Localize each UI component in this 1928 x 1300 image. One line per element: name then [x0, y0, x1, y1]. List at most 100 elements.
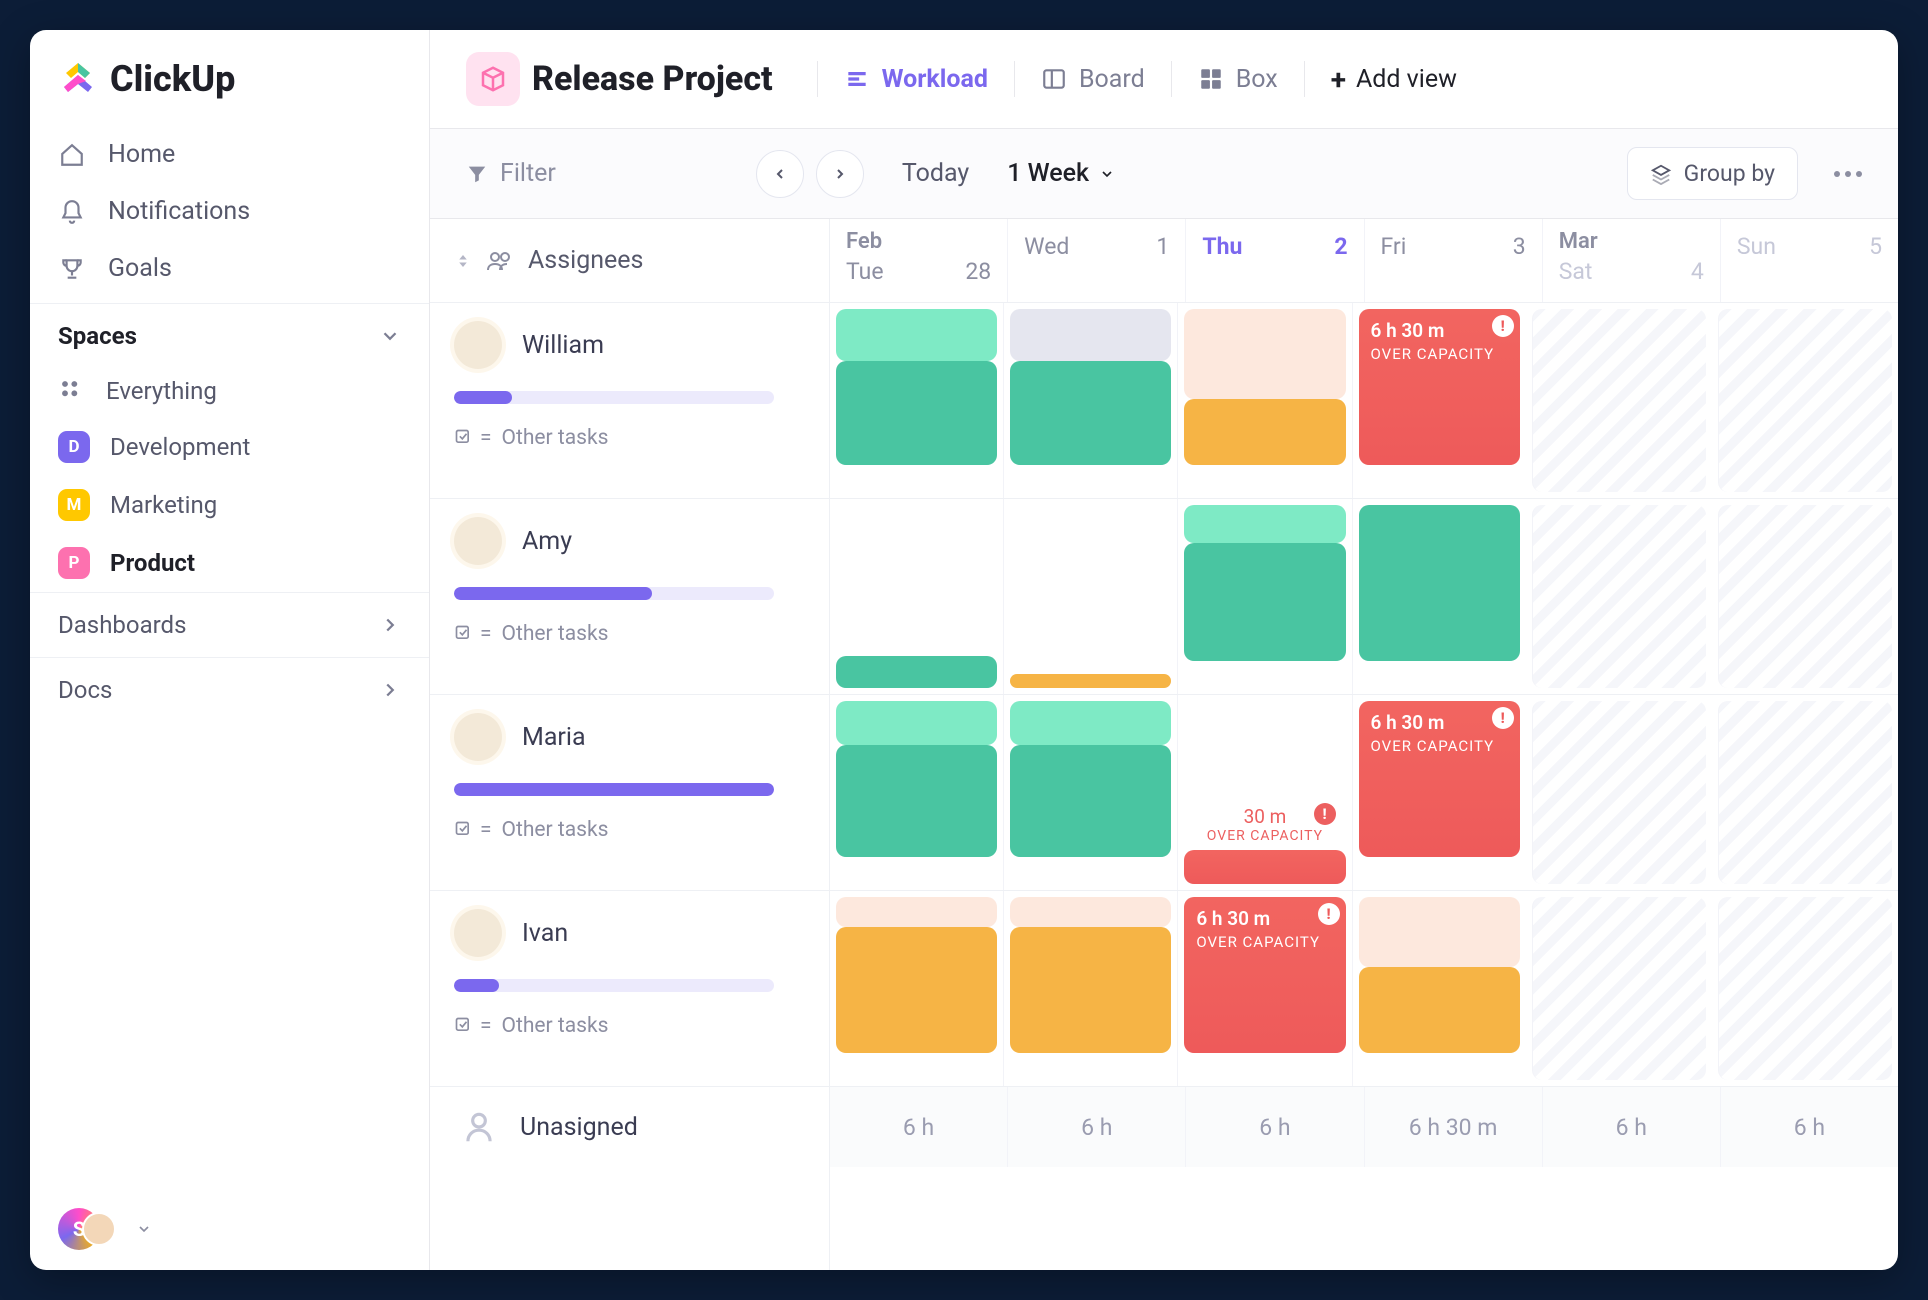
chevron-right-icon — [379, 614, 401, 636]
everything-icon — [58, 377, 86, 405]
clickup-logo-icon — [58, 59, 98, 99]
day-header[interactable]: FebTue28 — [830, 219, 1007, 302]
project-title: Release Project — [532, 59, 773, 99]
workload-cell[interactable]: 6 h 30 mOVER CAPACITY! — [1352, 303, 1526, 498]
workload-cell[interactable] — [1532, 309, 1706, 492]
chevron-down-icon — [1099, 166, 1115, 182]
other-tasks-link[interactable]: =Other tasks — [454, 1014, 805, 1038]
divider — [1171, 61, 1172, 97]
workload-cell[interactable] — [1003, 695, 1177, 890]
view-tab-board[interactable]: Board — [1041, 65, 1145, 94]
capacity-bar — [454, 587, 774, 600]
assignee-name: Maria — [522, 723, 586, 752]
nav-goals[interactable]: Goals — [30, 240, 429, 297]
capacity-bar — [454, 783, 774, 796]
timeline-row — [830, 499, 1898, 695]
day-header[interactable]: Wed1 — [1007, 219, 1185, 302]
sidebar: ClickUp Home Notifications Goals Spaces … — [30, 30, 430, 1270]
other-tasks-link[interactable]: =Other tasks — [454, 426, 805, 450]
assignee-name: William — [522, 331, 604, 360]
assignee-row[interactable]: Maria =Other tasks — [430, 695, 829, 891]
nav-notifications[interactable]: Notifications — [30, 183, 429, 240]
layers-icon — [1650, 163, 1672, 185]
other-tasks-link[interactable]: =Other tasks — [454, 622, 805, 646]
workload-cell[interactable] — [830, 303, 1003, 498]
workload-cell[interactable] — [1003, 891, 1177, 1086]
space-marketing[interactable]: M Marketing — [30, 476, 429, 534]
chevron-down-icon — [136, 1221, 152, 1237]
view-tab-box[interactable]: Box — [1198, 65, 1278, 94]
workload-cell[interactable] — [830, 695, 1003, 890]
prev-button[interactable] — [756, 150, 804, 198]
space-product[interactable]: P Product — [30, 534, 429, 592]
workload-cell[interactable] — [1718, 701, 1892, 884]
workload-cell[interactable] — [1177, 499, 1351, 694]
workload-cell[interactable] — [1352, 891, 1526, 1086]
nav-docs[interactable]: Docs — [30, 657, 429, 722]
day-header[interactable]: Sun5 — [1720, 219, 1898, 302]
workload-cell[interactable] — [1003, 303, 1177, 498]
other-tasks-link[interactable]: =Other tasks — [454, 818, 805, 842]
checklist-icon — [454, 428, 474, 448]
workload-cell[interactable]: 6 h 30 mOVER CAPACITY! — [1177, 891, 1351, 1086]
workload-cell[interactable] — [1532, 701, 1706, 884]
add-view-button[interactable]: + Add view — [1331, 63, 1457, 96]
chevron-right-icon — [832, 166, 848, 182]
sidebar-footer[interactable]: S — [30, 1188, 429, 1270]
assignee-row[interactable]: William =Other tasks — [430, 303, 829, 499]
day-header[interactable]: MarSat4 — [1542, 219, 1720, 302]
range-select[interactable]: 1 Week — [1007, 159, 1115, 188]
space-product-label: Product — [110, 549, 195, 577]
assignee-row[interactable]: Amy =Other tasks — [430, 499, 829, 695]
view-tab-workload[interactable]: Workload — [844, 65, 988, 94]
space-development[interactable]: D Development — [30, 418, 429, 476]
assignee-header[interactable]: Assignees — [430, 219, 829, 303]
workload-cell[interactable] — [1532, 505, 1706, 688]
filter-button[interactable]: Filter — [466, 159, 556, 188]
timeline: FebTue28 Wed1 Thu2 Fri3 MarSat4 Sun5 6 h… — [830, 219, 1898, 1270]
workload-cell[interactable]: 6 h 30 mOVER CAPACITY! — [1352, 695, 1526, 890]
primary-nav: Home Notifications Goals — [30, 120, 429, 303]
space-development-label: Development — [110, 433, 250, 461]
assignee-row[interactable]: Ivan =Other tasks — [430, 891, 829, 1087]
date-nav — [756, 150, 864, 198]
workload-cell[interactable] — [1718, 309, 1892, 492]
spaces-header[interactable]: Spaces — [30, 303, 429, 364]
nav-goals-label: Goals — [108, 254, 172, 283]
view-tab-box-label: Box — [1236, 65, 1278, 94]
workload-cell[interactable] — [1532, 897, 1706, 1080]
space-everything-label: Everything — [106, 377, 217, 405]
more-button[interactable] — [1834, 171, 1862, 177]
day-headers: FebTue28 Wed1 Thu2 Fri3 MarSat4 Sun5 — [830, 219, 1898, 303]
checklist-icon — [454, 820, 474, 840]
view-tab-workload-label: Workload — [882, 65, 988, 94]
workload-cell[interactable] — [1718, 505, 1892, 688]
workload-cell[interactable] — [1352, 499, 1526, 694]
space-development-badge: D — [58, 431, 90, 463]
divider — [1014, 61, 1015, 97]
groupby-label: Group by — [1684, 160, 1775, 187]
person-outline-icon — [460, 1108, 498, 1146]
workload-cell[interactable] — [1718, 897, 1892, 1080]
total-cell: 6 h — [1542, 1087, 1720, 1167]
workload-cell[interactable] — [830, 891, 1003, 1086]
day-header-today[interactable]: Thu2 — [1185, 219, 1363, 302]
nav-home[interactable]: Home — [30, 126, 429, 183]
next-button[interactable] — [816, 150, 864, 198]
workload-cell[interactable]: 30 mOVER CAPACITY! — [1177, 695, 1351, 890]
warning-icon: ! — [1318, 903, 1340, 925]
workload-cell[interactable] — [1003, 499, 1177, 694]
workload-cell[interactable] — [1177, 303, 1351, 498]
workspace-switcher[interactable]: S — [58, 1208, 128, 1250]
today-button[interactable]: Today — [902, 159, 969, 188]
workload-cell[interactable] — [830, 499, 1003, 694]
day-header[interactable]: Fri3 — [1364, 219, 1542, 302]
unassigned-row[interactable]: Unasigned — [430, 1087, 829, 1167]
nav-dashboards[interactable]: Dashboards — [30, 592, 429, 657]
nav-home-label: Home — [108, 140, 175, 169]
space-everything[interactable]: Everything — [30, 364, 429, 418]
logo[interactable]: ClickUp — [30, 30, 429, 120]
groupby-button[interactable]: Group by — [1627, 147, 1798, 200]
unassigned-label: Unasigned — [520, 1113, 638, 1142]
divider — [1304, 61, 1305, 97]
